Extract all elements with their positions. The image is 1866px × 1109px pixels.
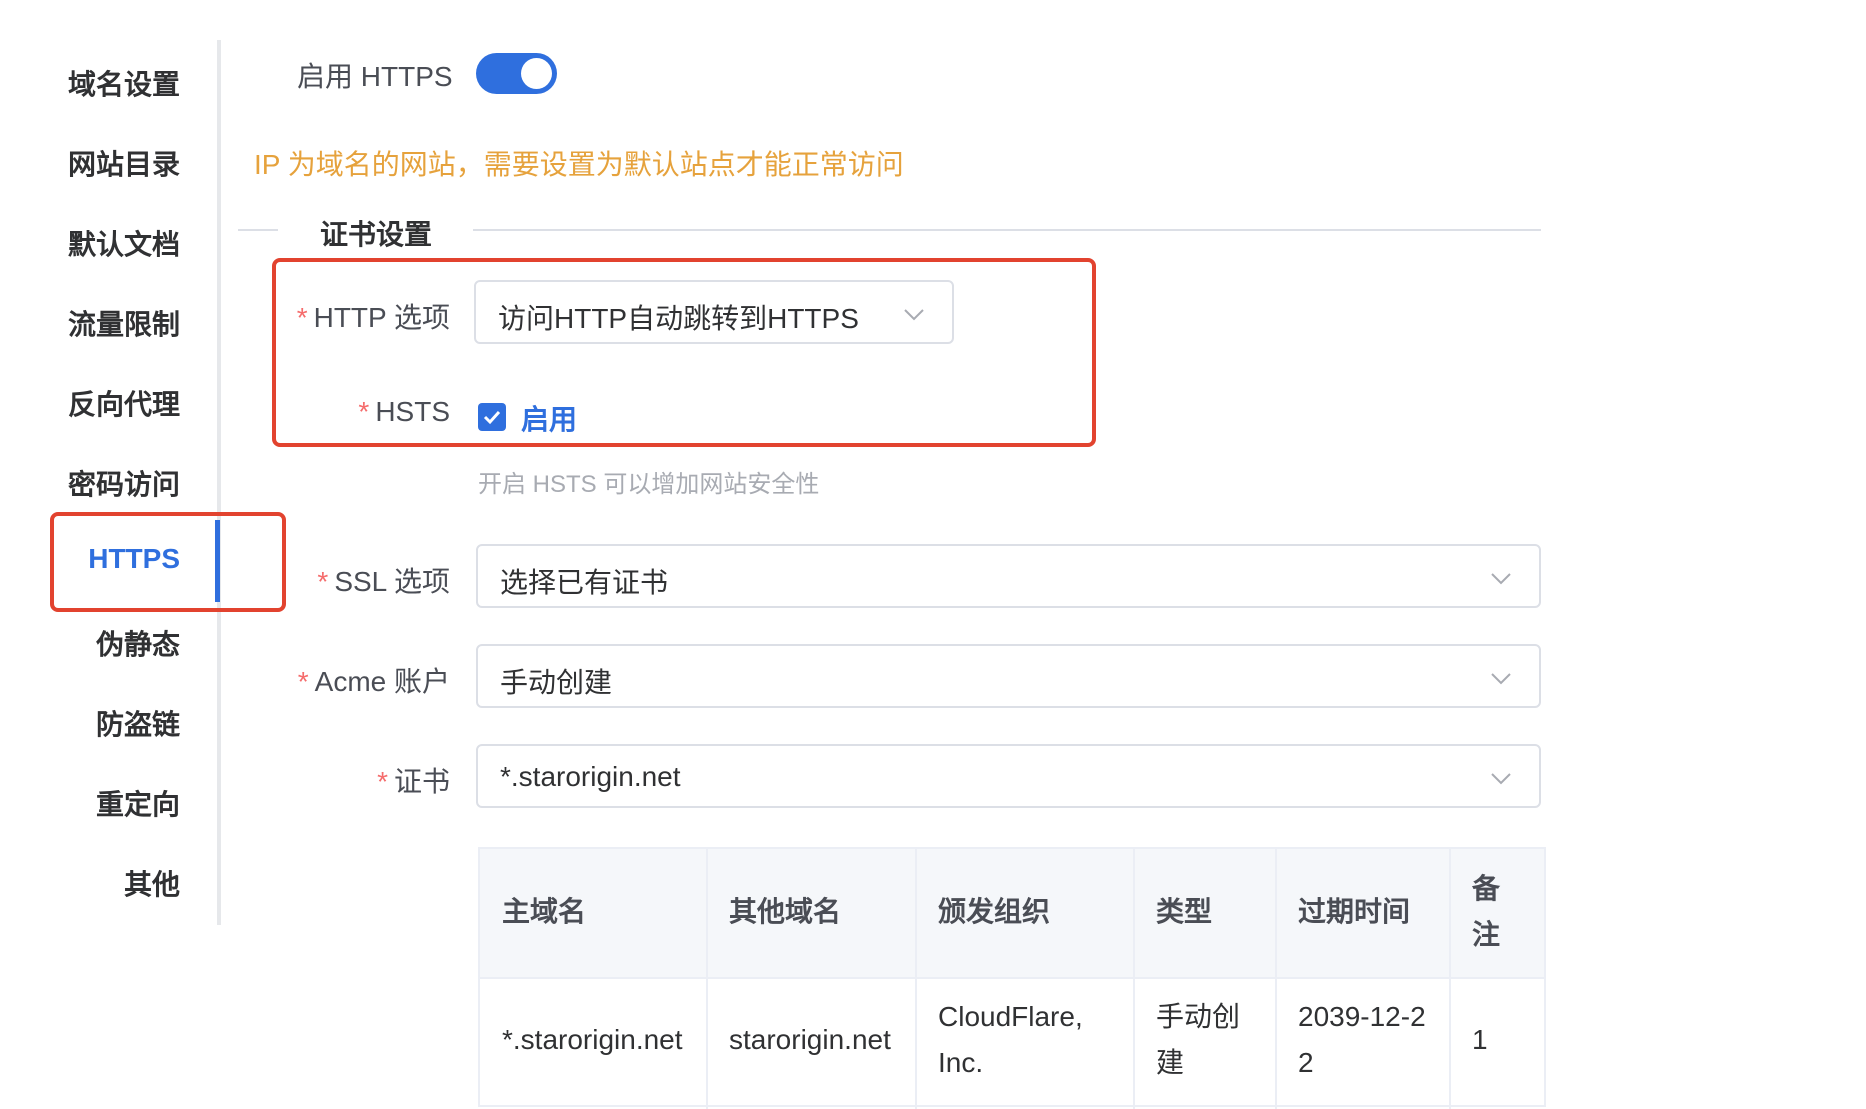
acme-account-value: 手动创建: [500, 667, 613, 698]
hsts-checkbox-label[interactable]: 启用: [521, 398, 577, 438]
highlight-box-https-nav: [50, 512, 286, 612]
certificate-value: *.starorigin.net: [500, 761, 681, 792]
chevron-down-icon: [902, 302, 926, 331]
hsts-label: * HSTS: [358, 396, 450, 427]
sidebar-item-other[interactable]: 其他: [124, 863, 180, 903]
sidebar-item-rewrite[interactable]: 伪静态: [96, 623, 180, 663]
ssl-option-select[interactable]: 选择已有证书: [476, 544, 1541, 608]
sidebar-item-site-directory[interactable]: 网站目录: [68, 143, 180, 183]
cell-other-domains: starorigin.net: [729, 1024, 891, 1055]
sidebar-item-traffic-limit[interactable]: 流量限制: [68, 303, 180, 343]
http-option-select[interactable]: 访问HTTP自动跳转到HTTPS: [474, 280, 954, 344]
cert-table: 主域名 其他域名 颁发组织 类型 过期时间 备注 *.starorigin.ne…: [478, 847, 1546, 1109]
chevron-down-icon: [1489, 666, 1513, 695]
cell-main-domain: *.starorigin.net: [502, 1024, 683, 1055]
required-mark: *: [317, 566, 329, 597]
cell-issuer: CloudFlare, Inc.: [938, 1001, 1083, 1078]
sidebar-divider: [217, 40, 221, 925]
certificate-select[interactable]: *.starorigin.net: [476, 744, 1541, 808]
sidebar-item-default-document[interactable]: 默认文档: [68, 223, 180, 263]
sidebar-item-hotlink-protection[interactable]: 防盗链: [96, 703, 180, 743]
col-header-issuer: 颁发组织: [938, 896, 1051, 927]
acme-account-label: * Acme 账户: [297, 666, 450, 697]
certificate-label: * 证书: [377, 766, 450, 797]
hsts-hint: 开启 HSTS 可以增加网站安全性: [478, 471, 820, 498]
sidebar-item-redirect[interactable]: 重定向: [96, 783, 180, 823]
cell-type: 手动创建: [1156, 1001, 1241, 1078]
section-divider-left: [238, 229, 278, 231]
col-header-other-domains: 其他域名: [729, 896, 842, 927]
col-header-remark: 备注: [1472, 873, 1501, 950]
ssl-option-label: * SSL 选项: [317, 566, 450, 597]
sidebar-item-password-access[interactable]: 密码访问: [68, 463, 180, 503]
cell-expiry: 2039-12-22: [1298, 1001, 1426, 1078]
enable-https-toggle[interactable]: [476, 53, 557, 94]
required-mark: *: [358, 396, 370, 427]
ssl-option-value: 选择已有证书: [500, 567, 669, 598]
col-header-type: 类型: [1156, 896, 1213, 927]
chevron-down-icon: [1489, 766, 1513, 795]
required-mark: *: [297, 666, 309, 697]
cell-remark: 1: [1472, 1024, 1488, 1055]
ip-warning-text: IP 为域名的网站，需要设置为默认站点才能正常访问: [254, 149, 904, 180]
hsts-checkbox[interactable]: [478, 403, 506, 431]
toggle-knob: [521, 58, 552, 89]
required-mark: *: [296, 302, 308, 333]
cert-section-title: 证书设置: [320, 219, 433, 250]
required-mark: *: [377, 766, 388, 797]
sidebar-item-reverse-proxy[interactable]: 反向代理: [68, 383, 180, 423]
sidebar-item-domain-settings[interactable]: 域名设置: [68, 63, 180, 103]
section-divider-right: [473, 229, 1541, 231]
http-option-label: * HTTP 选项: [296, 302, 450, 333]
col-header-expiry: 过期时间: [1298, 896, 1411, 927]
enable-https-label: 启用 HTTPS: [297, 61, 453, 92]
acme-account-select[interactable]: 手动创建: [476, 644, 1541, 708]
chevron-down-icon: [1489, 566, 1513, 595]
col-header-main-domain: 主域名: [502, 896, 587, 927]
http-option-value: 访问HTTP自动跳转到HTTPS: [498, 303, 859, 334]
check-icon: [483, 410, 501, 425]
